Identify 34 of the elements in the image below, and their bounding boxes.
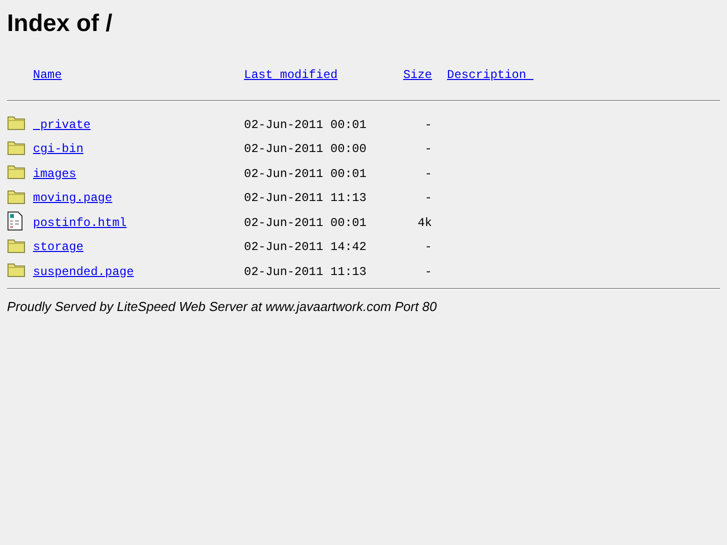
file-link[interactable]: storage xyxy=(33,236,244,254)
file-size: - xyxy=(424,141,432,156)
column-header[interactable]: Last modified xyxy=(244,68,384,82)
file-link[interactable]: images xyxy=(33,163,244,180)
modified-date: 02-Jun-2011 11:13 xyxy=(244,190,368,205)
page-title: Index of / xyxy=(7,9,114,39)
server-signature: Proudly Served by LiteSpeed Web Server at www.javaartwork.com Port 80 xyxy=(7,298,438,314)
document-icon xyxy=(7,210,23,231)
column-header[interactable]: Description xyxy=(447,68,720,82)
column-header[interactable]: Size xyxy=(403,68,432,82)
folder-icon xyxy=(7,138,26,156)
modified-date: 02-Jun-2011 00:01 xyxy=(244,214,368,230)
file-link[interactable]: cgi-bin xyxy=(33,138,244,156)
file-link[interactable]: moving.page xyxy=(33,188,244,205)
modified-date: 02-Jun-2011 14:42 xyxy=(244,239,368,254)
file-size: - xyxy=(424,190,432,205)
folder-icon xyxy=(7,236,26,254)
folder-icon xyxy=(7,114,26,132)
modified-date: 02-Jun-2011 11:13 xyxy=(244,264,368,278)
file-link[interactable]: postinfo.html xyxy=(33,212,244,230)
column-header[interactable]: Name xyxy=(33,68,244,82)
file-size: 4k xyxy=(416,214,432,230)
file-size: - xyxy=(424,239,432,254)
folder-icon xyxy=(7,188,26,205)
folder-icon xyxy=(7,163,26,180)
file-link[interactable]: private xyxy=(33,114,244,132)
modified-date: 02-Jun-2011 00:01 xyxy=(244,166,368,180)
file-size: - xyxy=(424,166,432,180)
modified-date: 02-Jun-2011 00:00 xyxy=(244,141,368,156)
folder-icon xyxy=(7,261,26,278)
file-size: - xyxy=(424,116,432,132)
file-size: - xyxy=(424,264,432,278)
modified-date: 02-Jun-2011 00:01 xyxy=(244,116,368,132)
file-link[interactable]: suspended.page xyxy=(33,261,244,278)
